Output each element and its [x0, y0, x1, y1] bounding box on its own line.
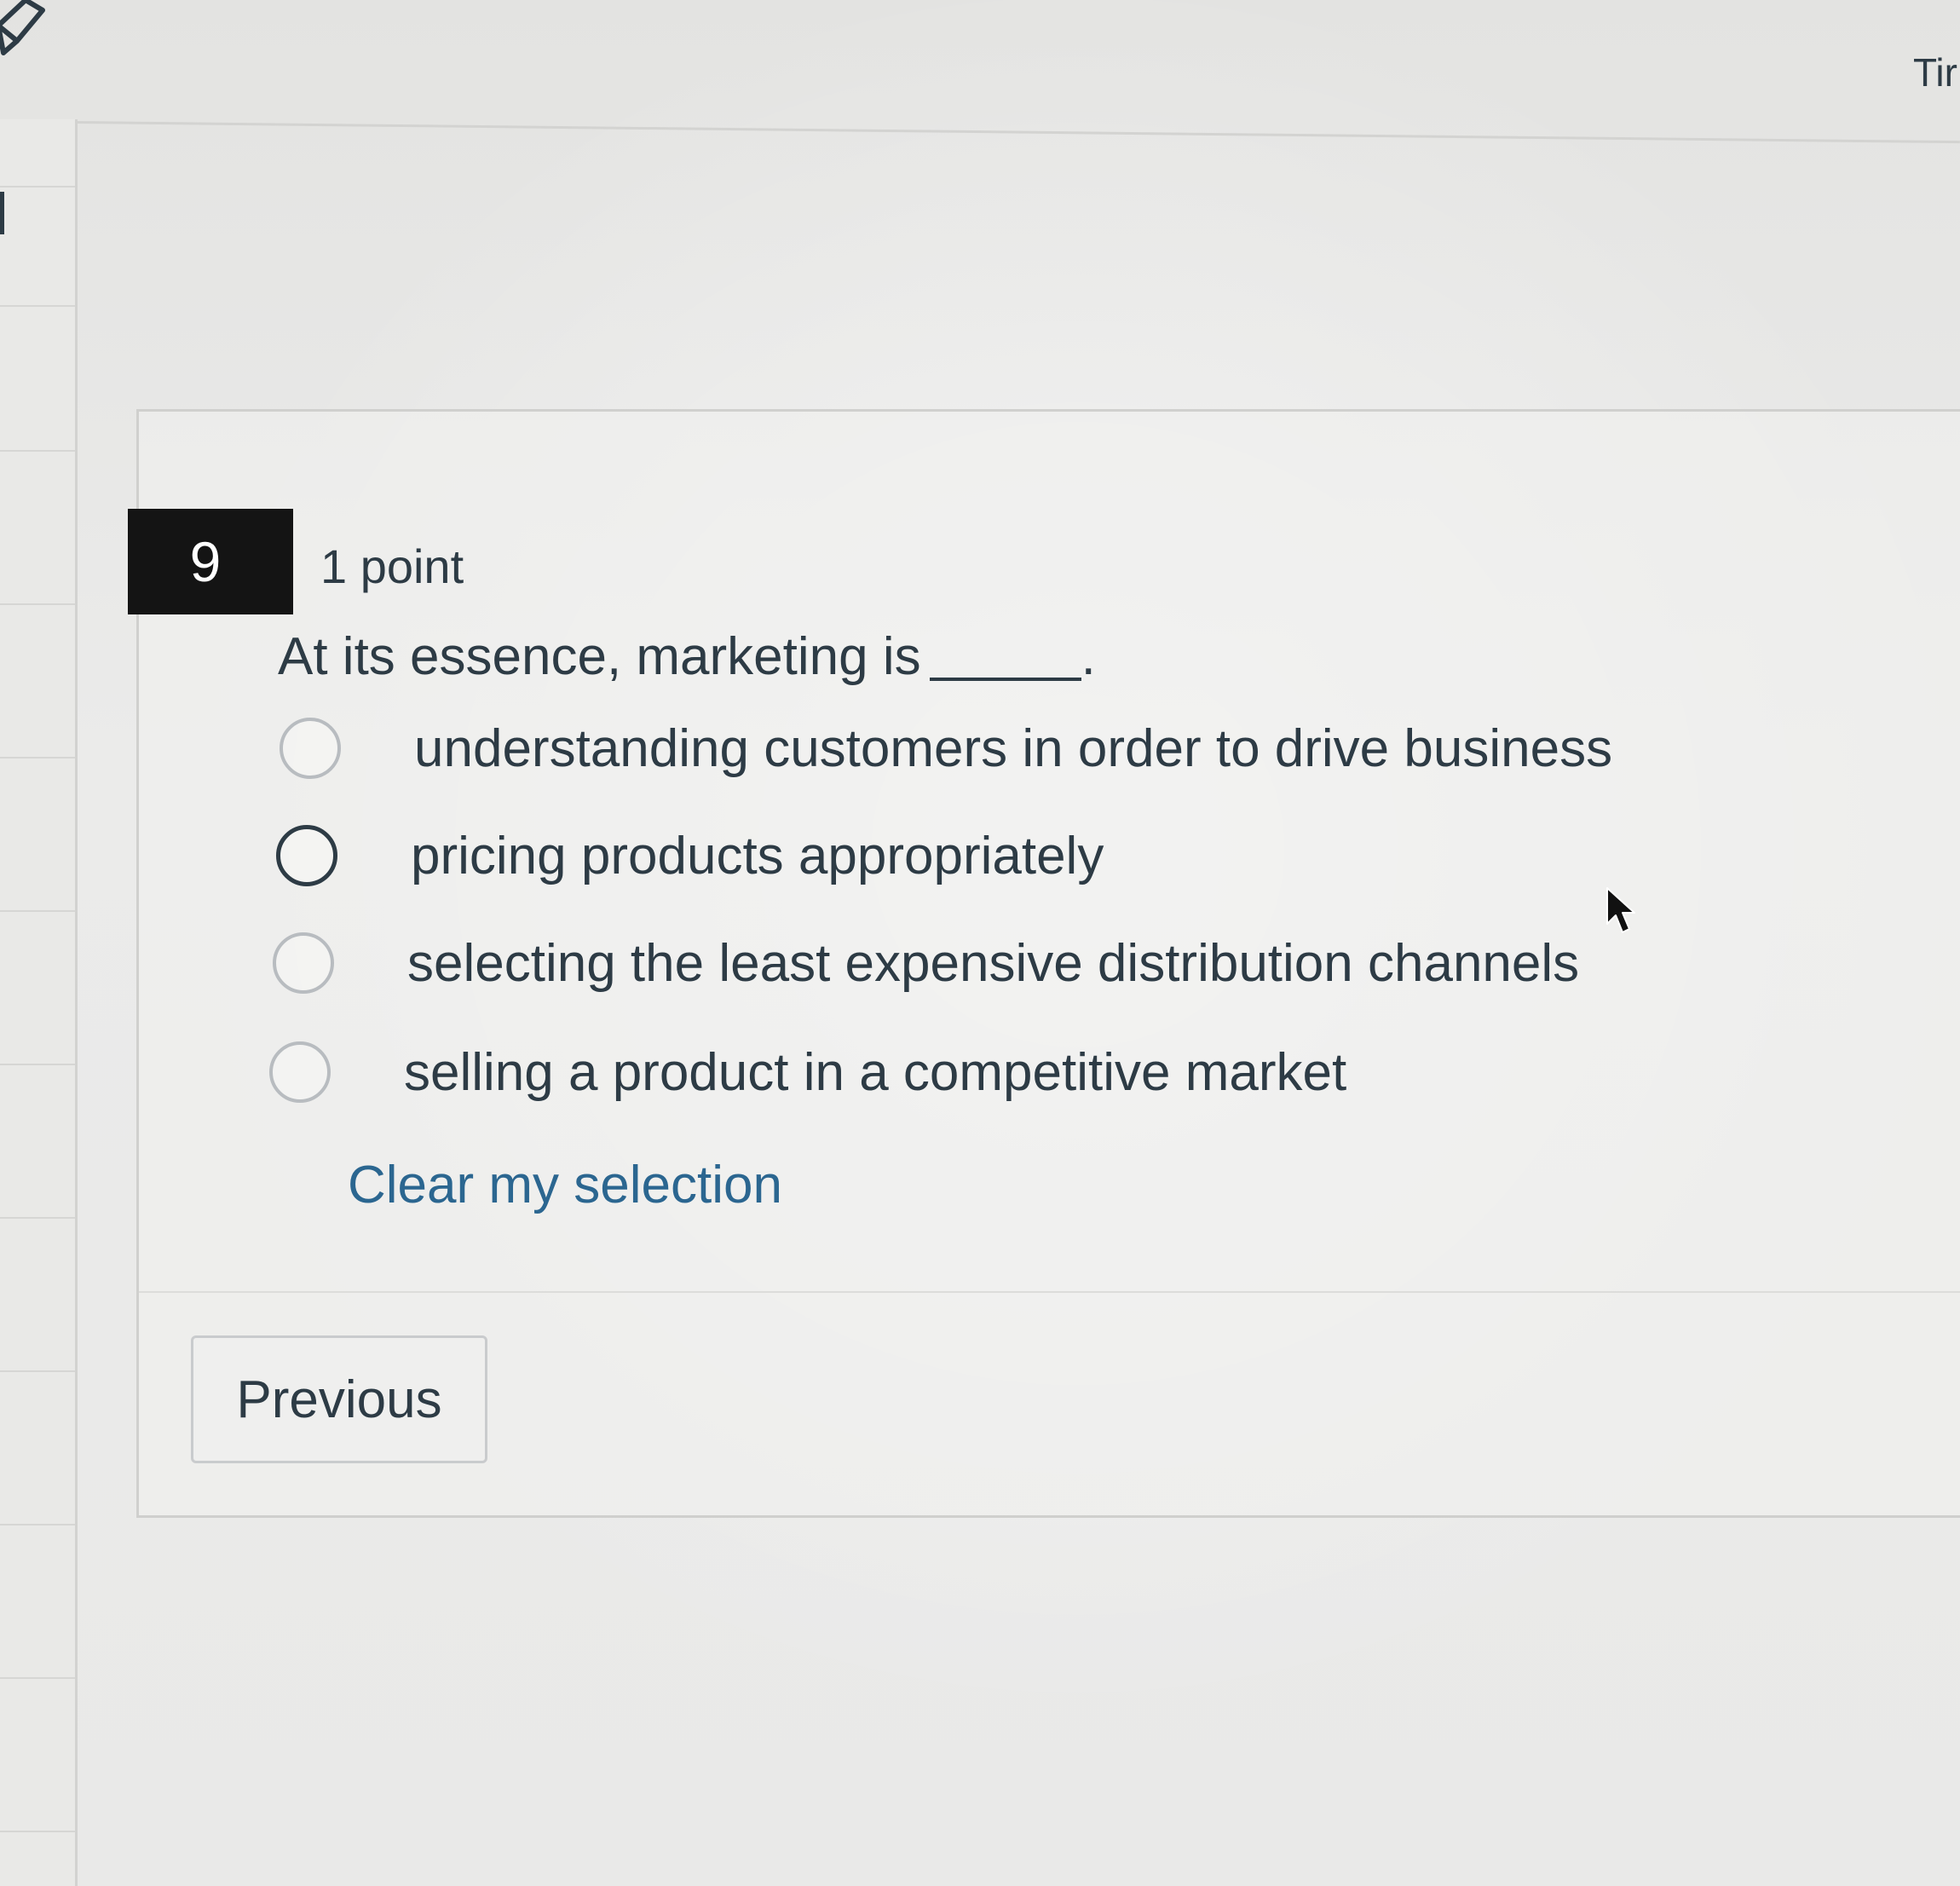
active-marker [0, 192, 4, 234]
answer-option-1[interactable]: understanding customers in order to driv… [280, 718, 1612, 779]
answer-label: understanding customers in order to driv… [414, 718, 1613, 778]
previous-button[interactable]: Previous [191, 1335, 487, 1463]
radio-icon[interactable] [273, 932, 334, 994]
fill-in-blank [929, 678, 1081, 681]
card-divider [139, 1291, 1960, 1293]
timer-label: Tir [1913, 50, 1957, 95]
question-points: 1 point [320, 539, 464, 593]
clear-selection-link[interactable]: Clear my selection [348, 1155, 782, 1215]
question-number-badge: 9 [128, 509, 293, 614]
answer-label: pricing products appropriately [411, 826, 1104, 885]
question-text: At its essence, marketing is. [278, 626, 1096, 687]
radio-icon[interactable] [280, 718, 341, 779]
answer-option-3[interactable]: selecting the least expensive distributi… [273, 932, 1579, 994]
answer-label: selling a product in a competitive marke… [404, 1042, 1347, 1102]
answer-option-4[interactable]: selling a product in a competitive marke… [269, 1041, 1346, 1103]
question-prompt: At its essence, marketing is [278, 627, 921, 686]
radio-icon[interactable] [276, 825, 337, 886]
radio-icon[interactable] [269, 1041, 331, 1103]
answer-label: selecting the least expensive distributi… [407, 933, 1580, 993]
pencil-icon[interactable] [0, 0, 60, 68]
question-period: . [1081, 627, 1096, 686]
question-nav-sidebar[interactable] [0, 119, 78, 1886]
answer-option-2[interactable]: pricing products appropriately [276, 825, 1104, 886]
mouse-pointer-icon [1606, 887, 1635, 933]
